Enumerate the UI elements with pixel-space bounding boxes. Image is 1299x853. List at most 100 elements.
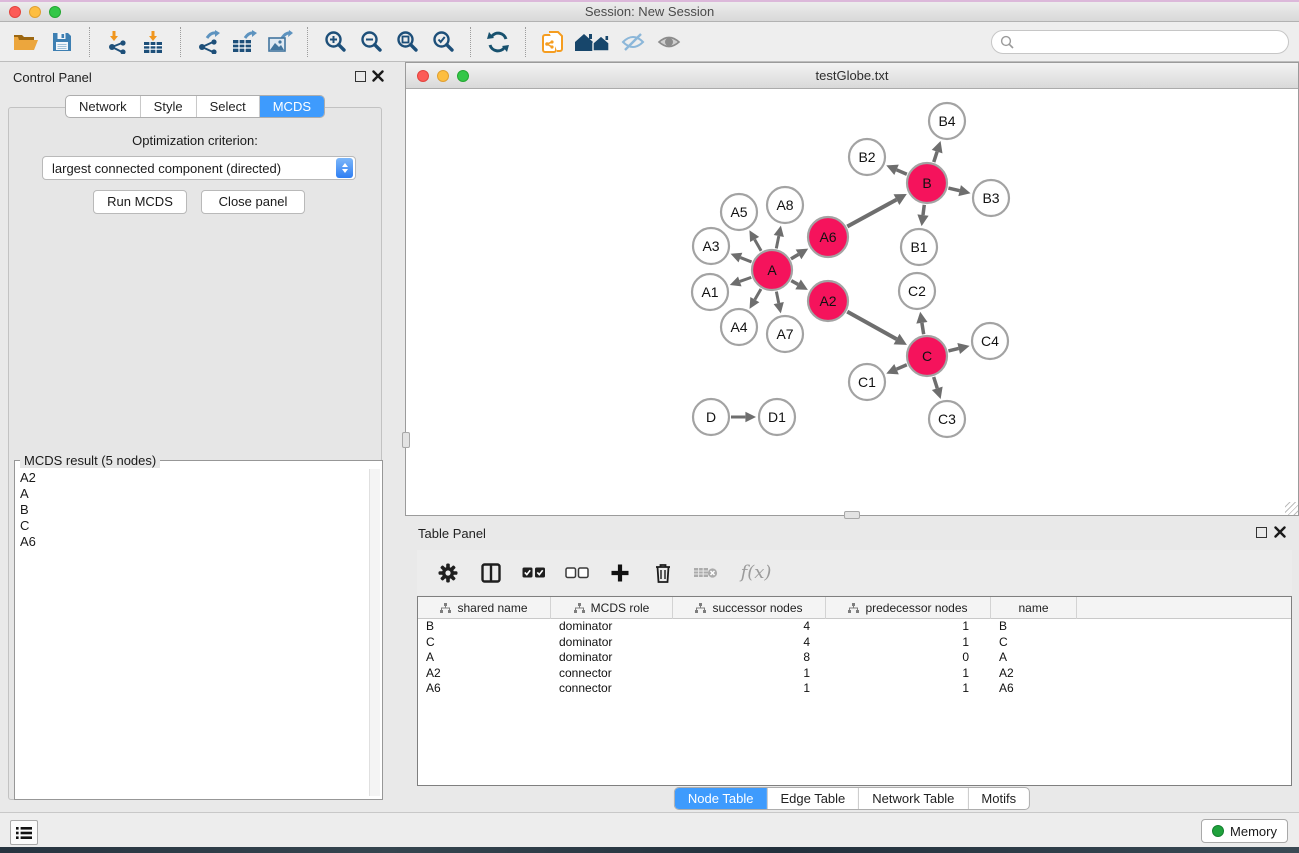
graph-node-a2[interactable]: A2 xyxy=(808,281,848,321)
result-item-c[interactable]: C xyxy=(17,518,368,534)
result-item-a2[interactable]: A2 xyxy=(17,470,368,486)
graph-edge-c-c1[interactable] xyxy=(897,365,907,369)
graph-node-b[interactable]: B xyxy=(907,163,947,203)
left-edge-grip[interactable] xyxy=(402,432,410,448)
resize-handle[interactable] xyxy=(1285,502,1298,515)
save-session-button[interactable] xyxy=(44,25,80,59)
graph-edge-a-a5[interactable] xyxy=(755,239,761,250)
column-header-successor-nodes[interactable]: successor nodes xyxy=(673,597,826,619)
close-panel-button[interactable]: Close panel xyxy=(201,190,305,214)
graph-node-c[interactable]: C xyxy=(907,336,947,376)
graph-edge-a-a7[interactable] xyxy=(776,292,778,303)
graph-edge-a-a1[interactable] xyxy=(740,277,751,281)
graph-node-a7[interactable]: A7 xyxy=(767,316,803,352)
column-header-predecessor-nodes[interactable]: predecessor nodes xyxy=(826,597,991,619)
graph-node-c2[interactable]: C2 xyxy=(899,273,935,309)
delete-table-button[interactable] xyxy=(691,556,721,590)
zoom-out-button[interactable] xyxy=(353,25,389,59)
export-table-button[interactable] xyxy=(226,25,262,59)
table-row[interactable]: A6connector11A6 xyxy=(418,681,1291,697)
graph-edge-b-b3[interactable] xyxy=(948,188,959,191)
tab-motifs[interactable]: Motifs xyxy=(967,788,1029,809)
tab-style[interactable]: Style xyxy=(140,96,196,117)
graph-edge-b-b4[interactable] xyxy=(934,152,937,162)
table-row[interactable]: Adominator80A xyxy=(418,650,1291,666)
result-item-b[interactable]: B xyxy=(17,502,368,518)
optimization-criterion-dropdown[interactable]: largest connected component (directed) xyxy=(42,156,356,180)
float-table-panel-icon[interactable] xyxy=(1256,527,1267,538)
add-row-button[interactable] xyxy=(605,556,635,590)
tab-mcds[interactable]: MCDS xyxy=(259,96,324,117)
run-mcds-button[interactable]: Run MCDS xyxy=(93,190,187,214)
graph-node-a[interactable]: A xyxy=(752,250,792,290)
graph-node-a6[interactable]: A6 xyxy=(808,217,848,257)
graph-edge-b-b1[interactable] xyxy=(923,205,924,215)
float-panel-icon[interactable] xyxy=(355,71,366,82)
network-window-titlebar[interactable]: testGlobe.txt xyxy=(406,63,1298,89)
tab-network[interactable]: Network xyxy=(66,96,140,117)
select-all-button[interactable] xyxy=(519,556,549,590)
refresh-button[interactable] xyxy=(480,25,516,59)
home-button[interactable] xyxy=(571,25,615,59)
graph-node-b1[interactable]: B1 xyxy=(901,229,937,265)
close-panel-icon[interactable] xyxy=(372,70,384,82)
import-network-button[interactable] xyxy=(99,25,135,59)
zoom-fit-button[interactable] xyxy=(389,25,425,59)
column-header-mcds-role[interactable]: MCDS role xyxy=(551,597,673,619)
graph-node-b3[interactable]: B3 xyxy=(973,180,1009,216)
task-history-button[interactable] xyxy=(10,820,38,845)
graph-node-a4[interactable]: A4 xyxy=(721,309,757,345)
tab-network-table[interactable]: Network Table xyxy=(858,788,967,809)
graph-edge-a6-b[interactable] xyxy=(847,200,896,227)
function-builder-button[interactable]: f(x) xyxy=(734,556,778,590)
graph-edge-c-c2[interactable] xyxy=(922,323,924,334)
show-panels-button[interactable] xyxy=(651,25,687,59)
graph-node-d1[interactable]: D1 xyxy=(759,399,795,435)
column-header-name[interactable]: name xyxy=(991,597,1077,619)
result-scrollbar[interactable] xyxy=(369,469,380,796)
duplicate-network-button[interactable] xyxy=(535,25,571,59)
graph-edge-b-b2[interactable] xyxy=(897,170,907,174)
graph-node-a3[interactable]: A3 xyxy=(693,228,729,264)
search-input[interactable] xyxy=(1015,35,1288,50)
graph-edge-a-a6[interactable] xyxy=(791,254,799,258)
result-item-a[interactable]: A xyxy=(17,486,368,502)
graph-edge-a-a3[interactable] xyxy=(740,258,751,262)
graph-node-b4[interactable]: B4 xyxy=(929,103,965,139)
tab-select[interactable]: Select xyxy=(196,96,259,117)
hide-panels-button[interactable] xyxy=(615,25,651,59)
graph-node-d[interactable]: D xyxy=(693,399,729,435)
graph-edge-a2-c[interactable] xyxy=(847,312,896,339)
column-header-shared-name[interactable]: shared name xyxy=(418,597,551,619)
graph-edge-c-c4[interactable] xyxy=(948,348,958,350)
table-row[interactable]: A2connector11A2 xyxy=(418,666,1291,682)
graph-node-a1[interactable]: A1 xyxy=(692,274,728,310)
zoom-selected-button[interactable] xyxy=(425,25,461,59)
column-view-button[interactable] xyxy=(476,556,506,590)
zoom-in-button[interactable] xyxy=(317,25,353,59)
tab-edge-table[interactable]: Edge Table xyxy=(766,788,858,809)
network-graph[interactable]: B4 B2 B B3 B1 A5 A8A6 A3 A A1 A2 C2 A4 A7 C4 C C1 C3 D D1 xyxy=(406,89,1298,515)
graph-node-b2[interactable]: B2 xyxy=(849,139,885,175)
graph-node-c4[interactable]: C4 xyxy=(972,323,1008,359)
close-table-panel-icon[interactable] xyxy=(1274,526,1286,538)
graph-edge-a-a2[interactable] xyxy=(791,281,798,285)
graph-node-c3[interactable]: C3 xyxy=(929,401,965,437)
graph-edge-a-a4[interactable] xyxy=(755,289,761,300)
graph-node-a5[interactable]: A5 xyxy=(721,194,757,230)
graph-edge-c-c3[interactable] xyxy=(934,377,938,388)
table-row[interactable]: Bdominator41B xyxy=(418,619,1291,635)
import-table-button[interactable] xyxy=(135,25,171,59)
tab-node-table[interactable]: Node Table xyxy=(675,788,767,809)
result-item-a6[interactable]: A6 xyxy=(17,534,368,550)
deselect-all-button[interactable] xyxy=(562,556,592,590)
open-session-button[interactable] xyxy=(8,25,44,59)
table-row[interactable]: Cdominator41C xyxy=(418,635,1291,651)
graph-node-c1[interactable]: C1 xyxy=(849,364,885,400)
export-image-button[interactable] xyxy=(262,25,298,59)
graph-edge-a-a8[interactable] xyxy=(776,236,778,248)
graph-node-a8[interactable]: A8 xyxy=(767,187,803,223)
memory-button[interactable]: Memory xyxy=(1201,819,1288,843)
export-network-button[interactable] xyxy=(190,25,226,59)
delete-row-button[interactable] xyxy=(648,556,678,590)
